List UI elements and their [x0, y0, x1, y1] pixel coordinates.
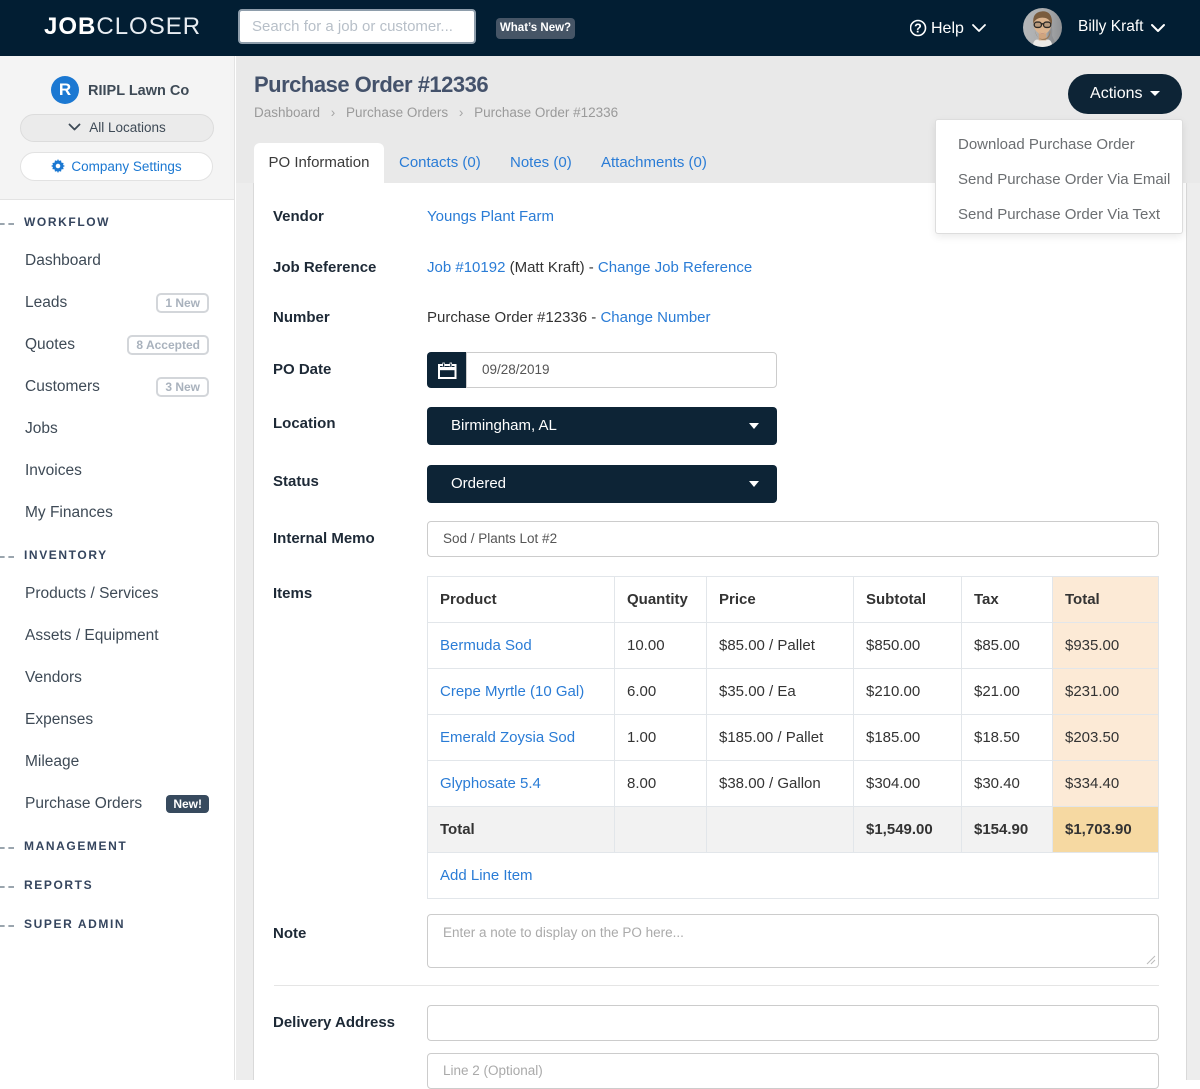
- svg-text:?: ?: [914, 22, 922, 36]
- svg-text:Help: Help: [931, 20, 964, 37]
